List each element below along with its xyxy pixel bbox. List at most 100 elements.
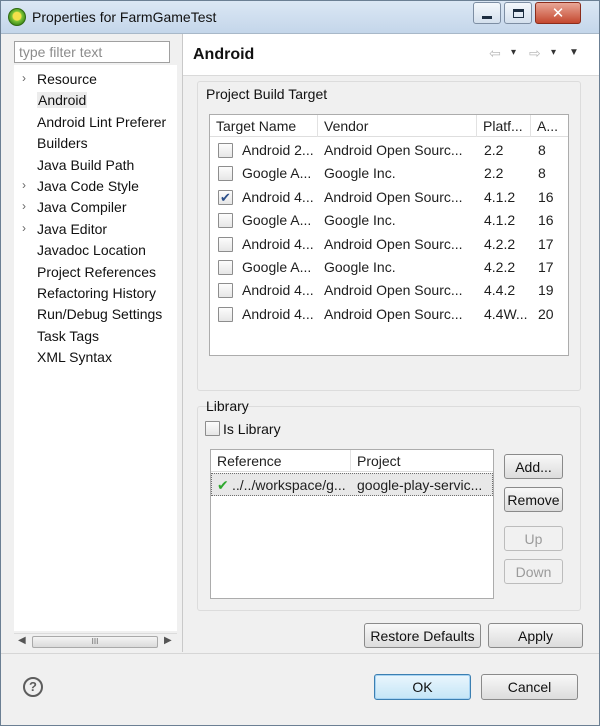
target-checkbox[interactable]	[218, 213, 233, 229]
properties-dialog: Properties for FarmGameTest ✕ › Resource A…	[0, 0, 600, 726]
target-checkbox[interactable]: ✔	[218, 189, 233, 205]
target-checkbox[interactable]	[218, 283, 233, 299]
is-library-checkbox[interactable]	[205, 421, 220, 436]
build-target-row[interactable]: Android 4... Android Open Sourc... 4.4.2 19	[210, 279, 568, 302]
vendor-cell: Google Inc.	[324, 165, 396, 182]
sidebar-item[interactable]: Android Lint Preferer	[14, 112, 177, 132]
sidebar-item-label: Resource	[37, 71, 97, 87]
sidebar-item-label: Android Lint Preferer	[37, 113, 167, 130]
scroll-right-icon[interactable]: ▶	[164, 635, 172, 646]
target-checkbox[interactable]	[218, 166, 233, 182]
add-library-button[interactable]: Add...	[504, 454, 563, 479]
column-header-vendor[interactable]: Vendor	[318, 115, 477, 137]
property-page-tree: › Resource Android Android Lint Preferer Bui…	[14, 65, 177, 631]
sidebar-item-label: Java Editor	[37, 220, 108, 237]
vendor-cell: Android Open Sourc...	[324, 235, 463, 252]
platform-cell: 4.4.2	[484, 282, 516, 299]
library-row[interactable]: ✔ ../../workspace/g... google-play-servi…	[211, 473, 493, 496]
build-target-row[interactable]: ✔ Android 4... Android Open Sourc... 4.1.2 1…	[210, 186, 568, 209]
build-target-row[interactable]: Android 2... Android Open Sourc... 2.2 8	[210, 139, 568, 162]
back-dropdown-icon[interactable]: ▾	[511, 47, 516, 58]
page-title: Android	[193, 46, 255, 63]
sidebar-item-label: Builders	[37, 135, 88, 152]
title-bar[interactable]: Properties for FarmGameTest ✕	[1, 1, 599, 34]
sidebar-item[interactable]: › Java Code Style	[14, 176, 177, 196]
sidebar-item[interactable]: Project References	[14, 262, 177, 282]
help-icon[interactable]: ?	[23, 677, 43, 697]
sidebar-item[interactable]: › Java Editor	[14, 219, 177, 239]
sidebar-item-label: Java Code Style	[37, 178, 139, 194]
build-target-row[interactable]: Google A... Google Inc. 4.2.2 17	[210, 256, 568, 279]
api-level-cell: 19	[538, 282, 554, 299]
api-level-cell: 8	[538, 142, 546, 158]
column-header-project[interactable]: Project	[351, 450, 493, 472]
sidebar-item-label: Refactoring History	[37, 285, 157, 301]
build-target-row[interactable]: Google A... Google Inc. 4.1.2 16	[210, 209, 568, 232]
sidebar-item[interactable]: Java Build Path	[14, 155, 177, 175]
ok-button[interactable]: OK	[374, 674, 471, 700]
maximize-icon	[512, 8, 524, 18]
vendor-cell: Android Open Sourc...	[324, 142, 463, 158]
build-target-row[interactable]: Google A... Google Inc. 2.2 8	[210, 162, 568, 185]
build-target-row[interactable]: Android 4... Android Open Sourc... 4.2.2 17	[210, 233, 568, 256]
sidebar-item[interactable]: Task Tags	[14, 326, 177, 346]
sidebar-item[interactable]: Javadoc Location	[14, 240, 177, 260]
expand-chevron-icon[interactable]: ›	[22, 71, 26, 85]
api-level-cell: 16	[538, 188, 554, 205]
restore-defaults-button[interactable]: Restore Defaults	[364, 623, 481, 648]
forward-arrow-icon[interactable]: ⇨	[529, 45, 541, 62]
sidebar-item[interactable]: Refactoring History	[14, 283, 177, 303]
sidebar-item-label: Javadoc Location	[37, 242, 146, 259]
page-header: Android ⇦ ▾ ⇨ ▾ ▼	[183, 34, 599, 76]
target-checkbox[interactable]	[218, 236, 233, 252]
pane-splitter[interactable]	[182, 34, 183, 652]
cancel-button[interactable]: Cancel	[481, 674, 578, 700]
target-name-cell: Android 2...	[242, 142, 314, 158]
build-target-group-label: Project Build Target	[206, 86, 328, 102]
window-title: Properties for FarmGameTest	[32, 9, 217, 25]
expand-chevron-icon[interactable]: ›	[22, 221, 26, 235]
move-down-button[interactable]: Down	[504, 559, 563, 584]
view-menu-icon[interactable]: ▼	[569, 47, 579, 58]
target-checkbox[interactable]	[218, 143, 233, 158]
build-target-row[interactable]: Android 4... Android Open Sourc... 4.4W...…	[210, 303, 568, 326]
eclipse-app-icon	[8, 8, 26, 26]
tree-horizontal-scrollbar[interactable]: ◀ III ▶	[14, 633, 177, 650]
apply-button[interactable]: Apply	[488, 623, 583, 648]
maximize-button[interactable]	[504, 2, 532, 24]
vendor-cell: Android Open Sourc...	[324, 188, 463, 205]
sidebar-item[interactable]: › Java Compiler	[14, 197, 177, 217]
move-up-button[interactable]: Up	[504, 526, 563, 551]
column-header-api[interactable]: A...	[531, 115, 568, 137]
column-header-platform[interactable]: Platf...	[477, 115, 531, 137]
close-button[interactable]: ✕	[535, 2, 581, 24]
library-group-label: Library	[206, 398, 249, 414]
sidebar-item[interactable]: Android	[14, 90, 177, 110]
scroll-thumb[interactable]: III	[32, 636, 158, 648]
sidebar-item[interactable]: Run/Debug Settings	[14, 304, 177, 324]
sidebar-item[interactable]: Builders	[14, 133, 177, 153]
target-checkbox[interactable]	[218, 306, 233, 322]
target-name-cell: Android 4...	[242, 305, 314, 322]
expand-chevron-icon[interactable]: ›	[22, 178, 26, 192]
remove-library-button[interactable]: Remove	[504, 487, 563, 512]
is-library-label[interactable]: Is Library	[223, 421, 281, 437]
column-header-target-name[interactable]: Target Name	[210, 115, 318, 137]
scroll-left-icon[interactable]: ◀	[18, 635, 26, 646]
target-name-cell: Google A...	[242, 165, 312, 182]
sidebar-item[interactable]: › Resource	[14, 69, 177, 89]
minimize-button[interactable]	[473, 2, 501, 24]
sidebar-item[interactable]: XML Syntax	[14, 347, 177, 367]
target-checkbox[interactable]	[218, 260, 233, 275]
column-header-reference[interactable]: Reference	[211, 450, 351, 472]
sidebar-item-label: Java Build Path	[37, 156, 135, 173]
sidebar-item-label: Java Compiler	[37, 199, 127, 216]
platform-cell: 4.2.2	[484, 259, 516, 275]
api-level-cell: 16	[538, 212, 554, 229]
back-arrow-icon[interactable]: ⇦	[489, 45, 501, 62]
expand-chevron-icon[interactable]: ›	[22, 199, 26, 213]
forward-dropdown-icon[interactable]: ▾	[551, 47, 556, 58]
close-icon: ✕	[551, 4, 565, 22]
target-name-cell: Google A...	[242, 212, 312, 229]
filter-input[interactable]	[14, 41, 170, 63]
